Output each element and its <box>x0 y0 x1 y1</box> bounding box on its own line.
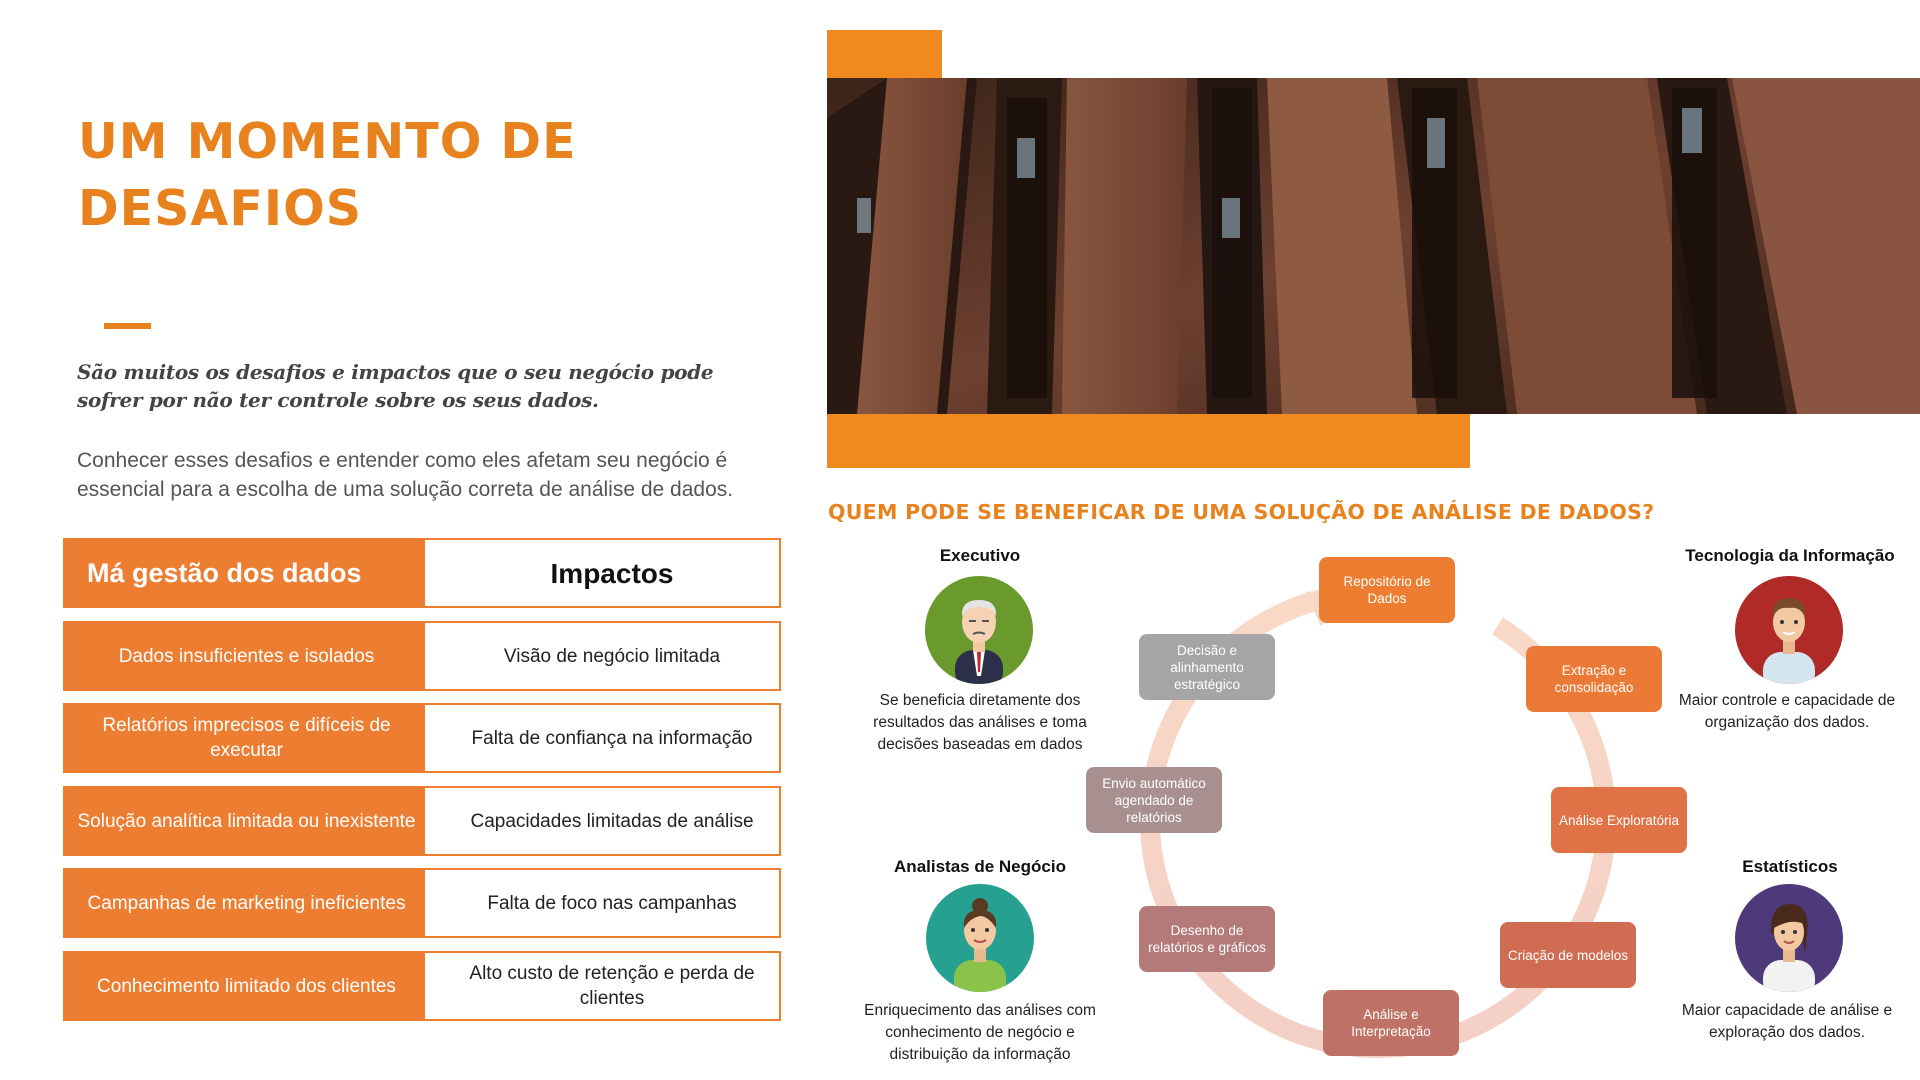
role-estatisticos-desc: Maior capacidade de análise e exploração… <box>1681 1002 1893 1041</box>
lead-text: São muitos os desafios e impactos que o … <box>77 360 714 412</box>
table-row: Conhecimento limitado dos clientes Alto … <box>63 951 781 1021</box>
cycle-step-3: Análise Exploratória <box>1551 787 1687 853</box>
table-row: Campanhas de marketing ineficientes Falt… <box>63 868 781 938</box>
title-line-1: UM MOMENTO DE <box>78 113 577 170</box>
role-executivo-desc: Se beneficia diretamente dos resultados … <box>873 692 1087 753</box>
header-problems: Má gestão dos dados <box>63 538 446 608</box>
table-row: Relatórios imprecisos e difíceis de exec… <box>63 703 781 773</box>
role-estatisticos-title: Estatísticos <box>1742 857 1838 876</box>
problem-cell: Relatórios imprecisos e difíceis de exec… <box>63 703 446 773</box>
statistician-avatar-icon <box>1735 884 1843 992</box>
impact-cell: Capacidades limitadas de análise <box>423 786 781 856</box>
cycle-step-2: Extração e consolidação <box>1526 646 1662 712</box>
cycle-step-5: Análise e Interpretação <box>1323 990 1459 1056</box>
role-ti-desc: Maior controle e capacidade de organizaç… <box>1678 692 1896 731</box>
role-executivo-title: Executivo <box>939 546 1021 565</box>
table-row: Dados insuficientes e isolados Visão de … <box>63 621 781 691</box>
cycle-step-1: Repositório de Dados <box>1319 557 1455 623</box>
title-divider <box>104 323 151 329</box>
table-header-row: Má gestão dos dados Impactos <box>63 538 781 608</box>
problem-cell: Campanhas de marketing ineficientes <box>63 868 446 938</box>
analyst-avatar-icon <box>926 884 1034 992</box>
table-row: Solução analítica limitada ou inexistent… <box>63 786 781 856</box>
building-photo <box>827 78 1920 414</box>
title-line-2: DESAFIOS <box>78 180 363 237</box>
header-impacts: Impactos <box>423 538 781 608</box>
cycle-step-6: Desenho de relatórios e gráficos <box>1139 906 1275 972</box>
accent-block-bottom <box>827 414 1470 468</box>
role-ti-title: Tecnologia da Informação <box>1685 546 1895 565</box>
impact-cell: Alto custo de retenção e perda de client… <box>423 951 781 1021</box>
problem-cell: Dados insuficientes e isolados <box>63 621 446 691</box>
section-subtitle: QUEM PODE SE BENEFICAR DE UMA SOLUÇÃO DE… <box>828 500 1655 524</box>
cycle-step-4: Criação de modelos <box>1500 922 1636 988</box>
problem-cell: Solução analítica limitada ou inexistent… <box>63 786 446 856</box>
impact-cell: Falta de foco nas campanhas <box>423 868 781 938</box>
it-avatar-icon <box>1735 576 1843 684</box>
cycle-step-7: Envio automático agendado de relatórios <box>1086 767 1222 833</box>
accent-block-top <box>827 30 942 80</box>
cycle-step-8: Decisão e alinhamento estratégico <box>1139 634 1275 700</box>
impact-cell: Falta de confiança na informação <box>423 703 781 773</box>
role-analistas-desc: Enriquecimento das análises com conhecim… <box>864 1002 1096 1063</box>
role-analistas-title: Analistas de Negócio <box>894 857 1066 876</box>
intro-paragraph: Conhecer esses desafios e entender como … <box>77 449 734 501</box>
problem-cell: Conhecimento limitado dos clientes <box>63 951 446 1021</box>
page-title: UM MOMENTO DE DESAFIOS <box>78 108 698 242</box>
executive-avatar-icon <box>925 576 1033 684</box>
impact-cell: Visão de negócio limitada <box>423 621 781 691</box>
